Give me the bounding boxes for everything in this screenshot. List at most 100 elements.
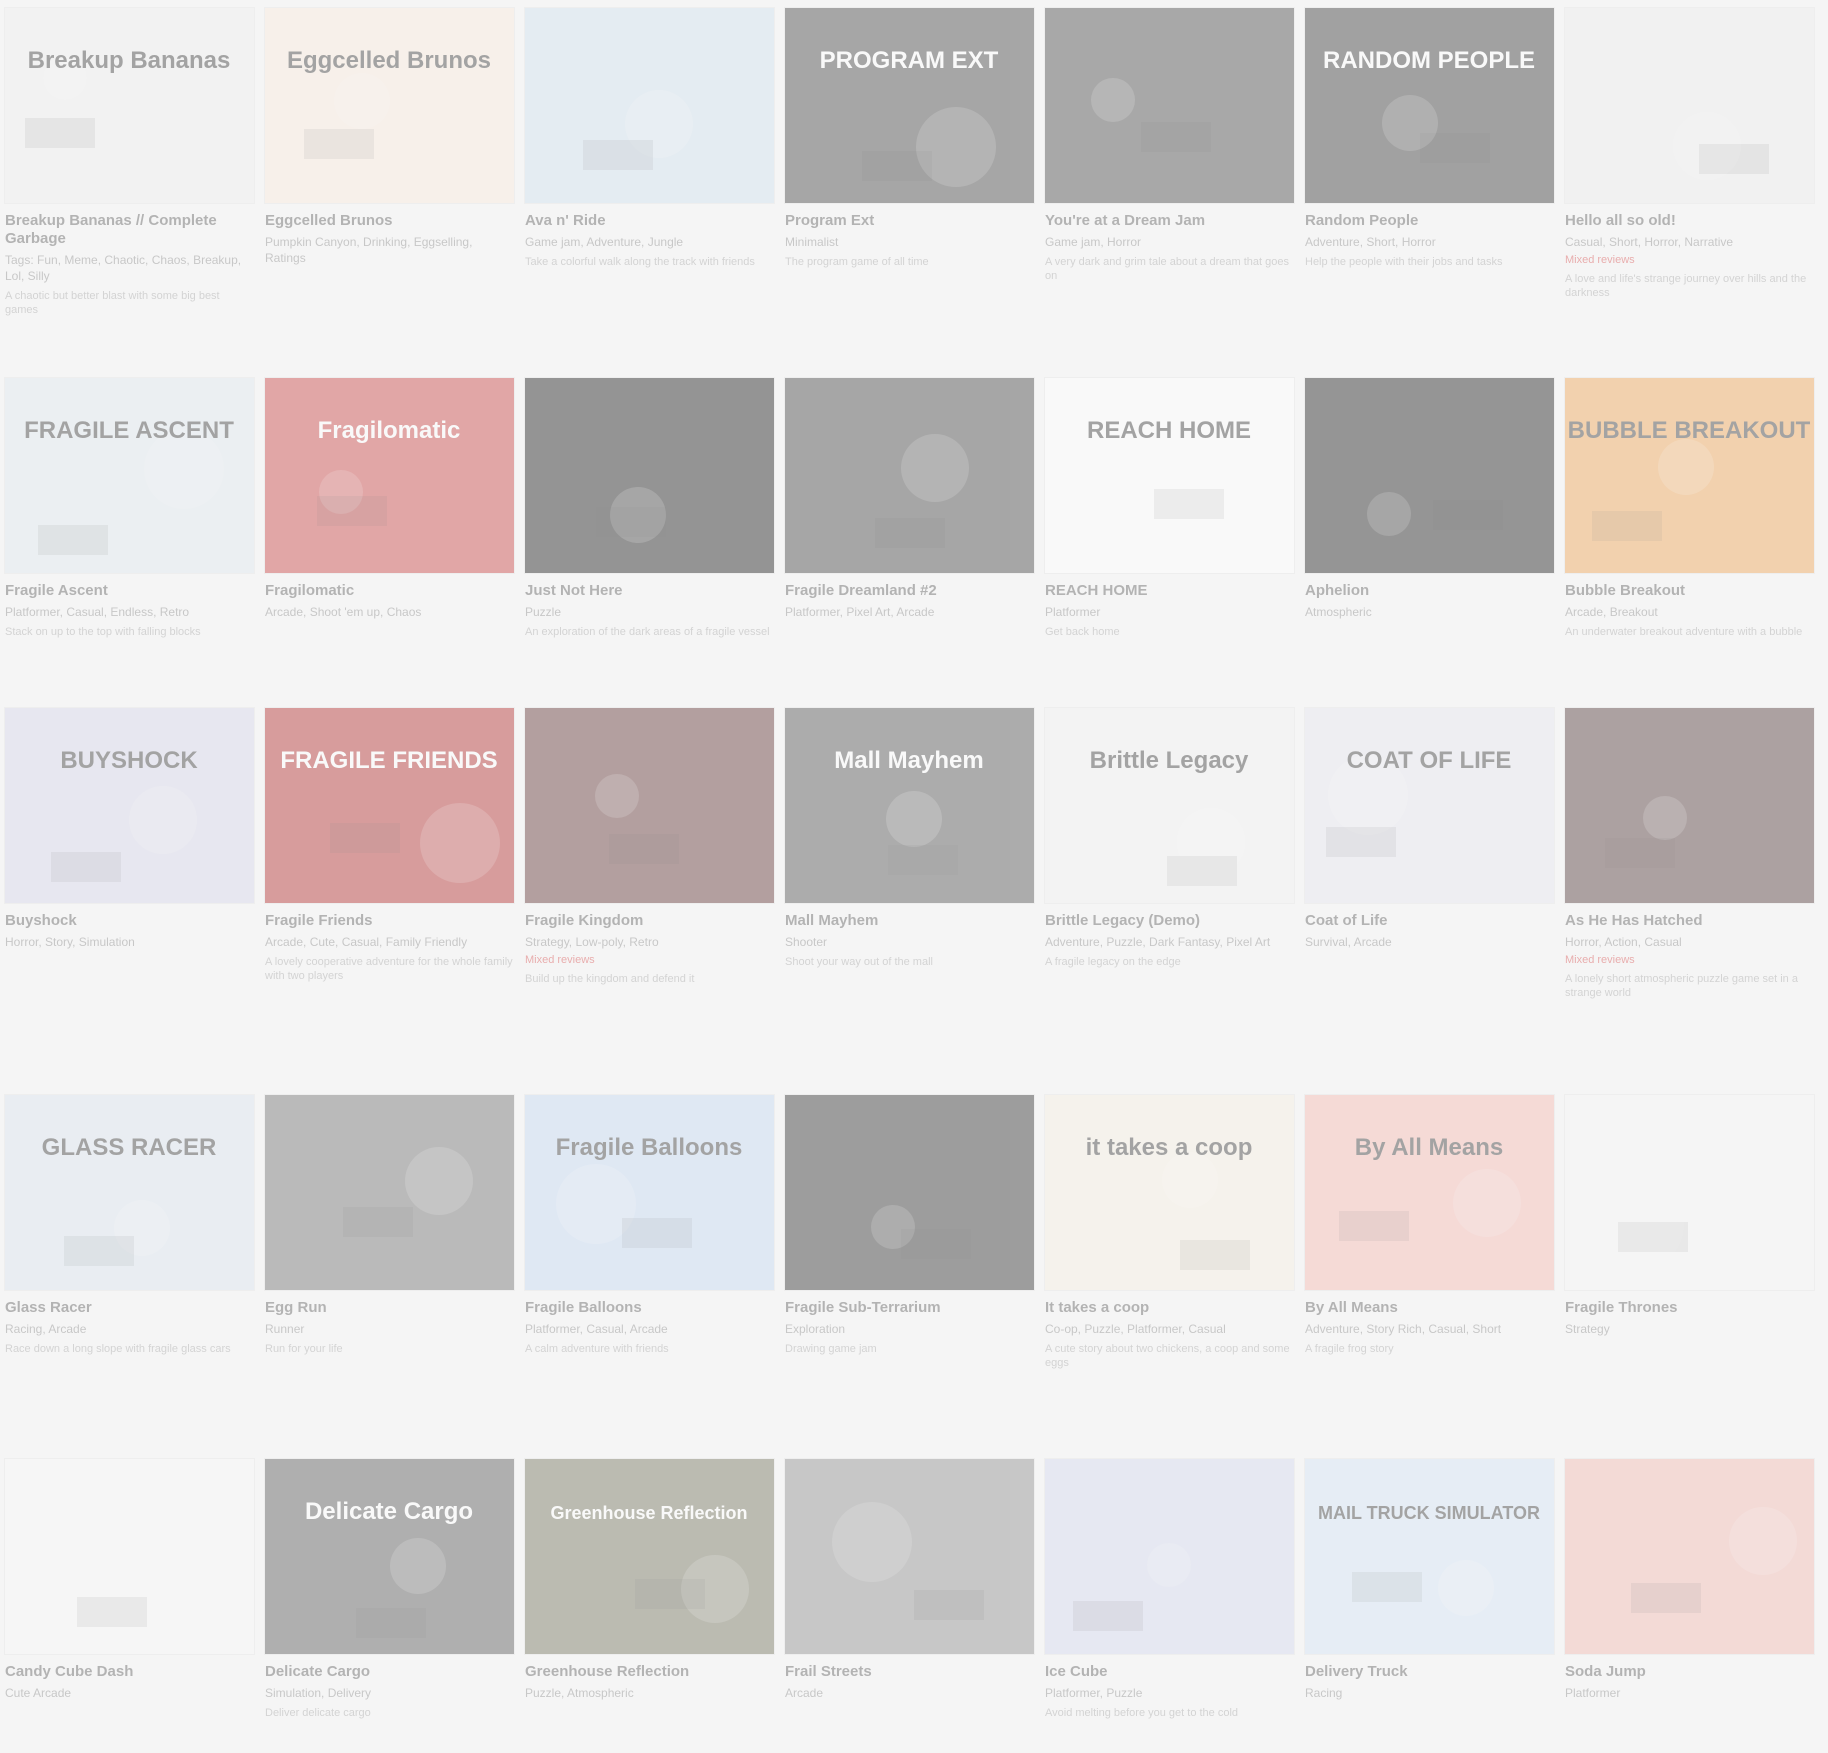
game-title[interactable]: Random People (1305, 212, 1554, 230)
game-card[interactable]: FRAGILE ASCENT Fragile Ascent Platformer, … (5, 378, 254, 708)
game-card[interactable]: Fragile Dreamland #2 Platformer, Pixel Ar… (785, 378, 1034, 708)
game-thumbnail[interactable]: Fragilomatic (265, 378, 514, 573)
game-card[interactable]: BUYSHOCK Buyshock Horror, Story, Simulatio… (5, 708, 254, 1095)
game-card[interactable]: Mall Mayhem Mall Mayhem Shooter Shoot your … (785, 708, 1034, 1095)
game-title[interactable]: Egg Run (265, 1299, 514, 1317)
game-card[interactable]: Egg Run Runner Run for your life (265, 1095, 514, 1459)
game-title[interactable]: By All Means (1305, 1299, 1554, 1317)
game-card[interactable]: Ice Cube Platformer, Puzzle Avoid melting … (1045, 1459, 1294, 1749)
game-card[interactable]: Fragilomatic Fragilomatic Arcade, Shoot 'e… (265, 378, 514, 708)
game-title[interactable]: Delicate Cargo (265, 1663, 514, 1681)
game-thumbnail[interactable]: Greenhouse Reflection (525, 1459, 774, 1654)
game-title[interactable]: Fragile Sub-Terrarium (785, 1299, 1034, 1317)
game-thumbnail[interactable]: MAIL TRUCK SIMULATOR (1305, 1459, 1554, 1654)
game-title[interactable]: Eggcelled Brunos (265, 212, 514, 230)
game-thumbnail[interactable]: Brittle Legacy (1045, 708, 1294, 903)
game-thumbnail[interactable] (525, 378, 774, 573)
game-card[interactable]: Frail Streets Arcade (785, 1459, 1034, 1749)
game-thumbnail[interactable]: COAT OF LIFE (1305, 708, 1554, 903)
game-title[interactable]: Fragilomatic (265, 582, 514, 600)
game-card[interactable]: Fragile Thrones Strategy (1565, 1095, 1814, 1459)
game-thumbnail[interactable]: it takes a coop (1045, 1095, 1294, 1290)
game-thumbnail[interactable] (1045, 8, 1294, 203)
game-title[interactable]: Ice Cube (1045, 1663, 1294, 1681)
game-thumbnail[interactable]: Breakup Bananas (5, 8, 254, 203)
game-card[interactable]: Eggcelled Brunos Eggcelled Brunos Pumpkin … (265, 8, 514, 378)
game-card[interactable]: RANDOM PEOPLE Random People Adventure, Sho… (1305, 8, 1554, 378)
game-title[interactable]: REACH HOME (1045, 582, 1294, 600)
game-card[interactable]: Candy Cube Dash Cute Arcade (5, 1459, 254, 1749)
game-title[interactable]: As He Has Hatched (1565, 912, 1814, 930)
game-title[interactable]: Fragile Kingdom (525, 912, 774, 930)
game-card[interactable]: GLASS RACER Glass Racer Racing, Arcade Race… (5, 1095, 254, 1459)
game-title[interactable]: Hello all so old! (1565, 212, 1814, 230)
game-thumbnail[interactable] (1045, 1459, 1294, 1654)
game-thumbnail[interactable]: BUBBLE BREAKOUT (1565, 378, 1814, 573)
game-thumbnail[interactable] (525, 708, 774, 903)
game-card[interactable]: Fragile Balloons Fragile Balloons Platform… (525, 1095, 774, 1459)
game-title[interactable]: Fragile Ascent (5, 582, 254, 600)
game-card[interactable]: MAIL TRUCK SIMULATOR Delivery Truck Racing (1305, 1459, 1554, 1749)
game-title[interactable]: Fragile Thrones (1565, 1299, 1814, 1317)
game-card[interactable]: Greenhouse Reflection Greenhouse Reflecti… (525, 1459, 774, 1749)
game-title[interactable]: Frail Streets (785, 1663, 1034, 1681)
game-title[interactable]: Bubble Breakout (1565, 582, 1814, 600)
game-thumbnail[interactable]: FRAGILE ASCENT (5, 378, 254, 573)
game-card[interactable]: FRAGILE FRIENDS Fragile Friends Arcade, Cu… (265, 708, 514, 1095)
game-title[interactable]: Just Not Here (525, 582, 774, 600)
game-thumbnail[interactable] (785, 1095, 1034, 1290)
game-title[interactable]: Brittle Legacy (Demo) (1045, 912, 1294, 930)
game-card[interactable]: COAT OF LIFE Coat of Life Survival, Arcade (1305, 708, 1554, 1095)
game-card[interactable]: Fragile Sub-Terrarium Exploration Drawing … (785, 1095, 1034, 1459)
game-title[interactable]: Breakup Bananas // Complete Garbage (5, 212, 254, 248)
game-title[interactable]: Buyshock (5, 912, 254, 930)
game-thumbnail[interactable]: FRAGILE FRIENDS (265, 708, 514, 903)
game-card[interactable]: Aphelion Atmospheric (1305, 378, 1554, 708)
game-card[interactable]: Brittle Legacy Brittle Legacy (Demo) Adven… (1045, 708, 1294, 1095)
game-thumbnail[interactable]: BUYSHOCK (5, 708, 254, 903)
game-title[interactable]: Greenhouse Reflection (525, 1663, 774, 1681)
game-thumbnail[interactable] (785, 378, 1034, 573)
game-title[interactable]: Program Ext (785, 212, 1034, 230)
game-card[interactable]: Ava n' Ride Game jam, Adventure, Jungle Ta… (525, 8, 774, 378)
game-thumbnail[interactable] (525, 8, 774, 203)
game-thumbnail[interactable]: By All Means (1305, 1095, 1554, 1290)
game-title[interactable]: Coat of Life (1305, 912, 1554, 930)
game-title[interactable]: Glass Racer (5, 1299, 254, 1317)
game-thumbnail[interactable]: Eggcelled Brunos (265, 8, 514, 203)
game-card[interactable]: REACH HOME REACH HOME Platformer Get back h… (1045, 378, 1294, 708)
game-card[interactable]: Fragile Kingdom Strategy, Low-poly, Retro… (525, 708, 774, 1095)
game-card[interactable]: PROGRAM EXT Program Ext Minimalist The prog… (785, 8, 1034, 378)
game-card[interactable]: As He Has Hatched Horror, Action, Casual M… (1565, 708, 1814, 1095)
game-card[interactable]: Soda Jump Platformer (1565, 1459, 1814, 1749)
game-thumbnail[interactable] (785, 1459, 1034, 1654)
game-thumbnail[interactable]: Fragile Balloons (525, 1095, 774, 1290)
game-thumbnail[interactable]: PROGRAM EXT (785, 8, 1034, 203)
game-thumbnail[interactable] (1305, 378, 1554, 573)
game-title[interactable]: Fragile Balloons (525, 1299, 774, 1317)
game-thumbnail[interactable] (1565, 708, 1814, 903)
game-thumbnail[interactable] (5, 1459, 254, 1654)
game-thumbnail[interactable]: REACH HOME (1045, 378, 1294, 573)
game-thumbnail[interactable]: RANDOM PEOPLE (1305, 8, 1554, 203)
game-title[interactable]: Soda Jump (1565, 1663, 1814, 1681)
game-title[interactable]: It takes a coop (1045, 1299, 1294, 1317)
game-card[interactable]: it takes a coop It takes a coop Co-op, Puz… (1045, 1095, 1294, 1459)
game-title[interactable]: Ava n' Ride (525, 212, 774, 230)
game-thumbnail[interactable] (265, 1095, 514, 1290)
game-card[interactable]: By All Means By All Means Adventure, Story… (1305, 1095, 1554, 1459)
game-card[interactable]: Hello all so old! Casual, Short, Horror, … (1565, 8, 1814, 378)
game-title[interactable]: Mall Mayhem (785, 912, 1034, 930)
game-card[interactable]: Just Not Here Puzzle An exploration of the… (525, 378, 774, 708)
game-title[interactable]: Fragile Friends (265, 912, 514, 930)
game-thumbnail[interactable] (1565, 1459, 1814, 1654)
game-thumbnail[interactable] (1565, 8, 1814, 203)
game-title[interactable]: Fragile Dreamland #2 (785, 582, 1034, 600)
game-thumbnail[interactable]: Mall Mayhem (785, 708, 1034, 903)
game-thumbnail[interactable]: Delicate Cargo (265, 1459, 514, 1654)
game-thumbnail[interactable] (1565, 1095, 1814, 1290)
game-title[interactable]: You're at a Dream Jam (1045, 212, 1294, 230)
game-title[interactable]: Candy Cube Dash (5, 1663, 254, 1681)
game-card[interactable]: BUBBLE BREAKOUT Bubble Breakout Arcade, Br… (1565, 378, 1814, 708)
game-title[interactable]: Delivery Truck (1305, 1663, 1554, 1681)
